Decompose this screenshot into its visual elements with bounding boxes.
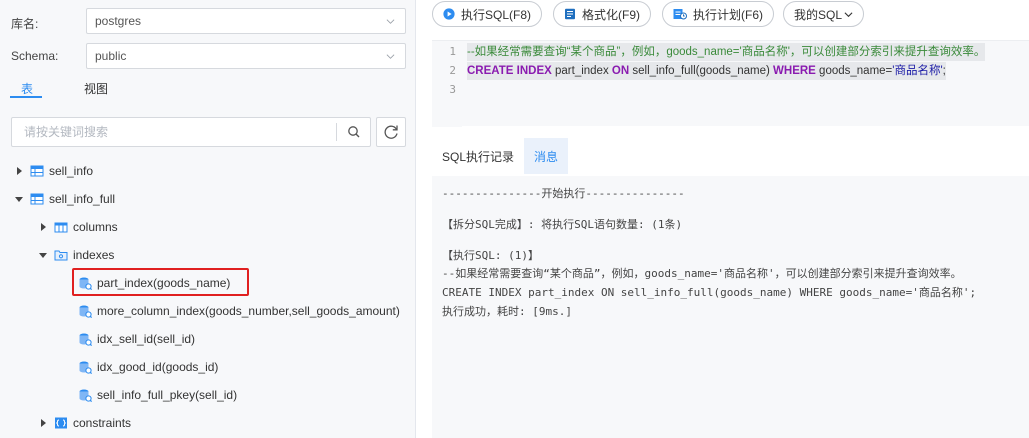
tree-node-label: sell_info_full_pkey(sell_id) [97, 388, 238, 402]
search-icon [348, 126, 360, 138]
tree-node-label: columns [73, 220, 118, 234]
index-icon [79, 361, 92, 374]
message-line: --如果经常需要查询“某个商品”，例如，goods_name='商品名称'，可以… [442, 267, 962, 280]
sql-keyword: ON [611, 65, 630, 77]
search-divider [336, 123, 337, 141]
caret-down-icon[interactable] [38, 250, 48, 260]
message-line: 【拆分SQL完成】: 将执行SQL语句数量: (1条) [442, 218, 683, 231]
index-icon [79, 305, 92, 318]
format-icon [565, 8, 575, 20]
schema-select[interactable]: public [86, 43, 406, 69]
sql-identifier: goods_name= [819, 65, 893, 77]
tree-node-sell-info-full[interactable]: sell_info_full [14, 189, 115, 209]
tab-views[interactable]: 视图 [84, 80, 108, 97]
active-tab-indicator [10, 96, 42, 98]
chevron-down-icon [386, 19, 395, 24]
search-input[interactable] [13, 119, 333, 145]
message-line: CREATE INDEX part_index ON sell_info_ful… [442, 286, 977, 299]
format-label: 格式化(F9) [582, 7, 640, 22]
sql-string-literal: '商品名称' [892, 65, 943, 77]
selection-highlight [72, 268, 249, 296]
chevron-down-icon [844, 11, 853, 17]
line-number: 2 [449, 64, 456, 77]
line-number-gutter: 1 2 3 [432, 41, 462, 127]
tree-node-label: indexes [73, 248, 115, 262]
message-line: 【执行SQL: (1)】 [442, 249, 539, 262]
constraints-icon [55, 417, 67, 429]
execute-sql-button[interactable]: 执行SQL(F8) [432, 1, 543, 27]
folder-icon [54, 250, 68, 261]
caret-right-icon[interactable] [38, 418, 48, 428]
sql-editor[interactable]: 1 2 3 --如果经常需要查询“某个商品”，例如，goods_name='商品… [432, 40, 1029, 127]
caret-right-icon[interactable] [38, 222, 48, 232]
tree-node-index-4[interactable]: sell_info_full_pkey(sell_id) [62, 385, 237, 405]
tree-node-label: sell_info_full [49, 192, 116, 206]
my-sql-label: 我的SQL [794, 7, 843, 22]
chevron-down-icon [386, 54, 395, 59]
play-icon [443, 8, 455, 20]
format-button[interactable]: 格式化(F9) [553, 1, 651, 27]
tree-node-sell-info[interactable]: sell_info [14, 161, 93, 181]
execute-sql-label: 执行SQL(F8) [461, 7, 532, 22]
sql-keyword: CREATE [467, 65, 514, 77]
tree-node-label: idx_good_id(goods_id) [97, 360, 219, 374]
execution-plan-label: 执行计划(F6) [693, 7, 763, 22]
message-line: ---------------开始执行--------------- [442, 187, 685, 200]
line-number: 1 [449, 45, 456, 58]
tab-tables[interactable]: 表 [21, 80, 33, 97]
tab-sql-history[interactable]: SQL执行记录 [432, 138, 524, 174]
tab-messages[interactable]: 消息 [524, 138, 569, 174]
code-line-sql: CREATE INDEX part_index ON sell_info_ful… [467, 62, 946, 80]
execution-plan-button[interactable]: 执行计划(F6) [662, 1, 774, 27]
my-sql-dropdown[interactable]: 我的SQL [783, 1, 865, 27]
message-line: 执行成功，耗时: [9ms.] [442, 305, 572, 318]
tree-node-label: more_column_index(goods_number,sell_good… [97, 304, 400, 318]
database-select[interactable]: postgres [86, 8, 406, 34]
tree-node-index-3[interactable]: idx_good_id(goods_id) [62, 357, 218, 377]
caret-down-icon[interactable] [14, 194, 24, 204]
sql-identifier: part_index [555, 65, 609, 77]
result-tabs: SQL执行记录 消息 [432, 138, 1029, 174]
columns-icon [54, 222, 68, 233]
sql-identifier: sell_info_full(goods_name) [632, 65, 770, 77]
message-output: ---------------开始执行--------------- 【拆分SQ… [432, 176, 1029, 438]
index-icon [79, 389, 92, 402]
table-icon [30, 193, 44, 205]
refresh-button[interactable] [376, 117, 406, 147]
object-search [11, 117, 371, 147]
database-select-value: postgres [95, 14, 142, 28]
tree-node-label: sell_info [49, 164, 94, 178]
sql-terminator: ; [942, 65, 946, 77]
tree-node-index-2[interactable]: idx_sell_id(sell_id) [62, 329, 195, 349]
database-label: 库名: [11, 17, 39, 31]
tree-node-columns[interactable]: columns [38, 217, 118, 237]
schema-label: Schema: [11, 49, 59, 63]
index-icon [79, 333, 92, 346]
sql-keyword: WHERE [773, 65, 816, 77]
code-line-comment: --如果经常需要查询“某个商品”，例如，goods_name='商品名称'，可以… [467, 43, 986, 61]
search-button[interactable] [342, 121, 366, 143]
caret-right-icon[interactable] [14, 166, 24, 176]
tree-node-index-1[interactable]: more_column_index(goods_number,sell_good… [62, 301, 400, 321]
sql-keyword: INDEX [516, 65, 552, 77]
object-browser-panel: 库名: postgres Schema: public 表 视图 sell_in… [0, 0, 416, 438]
tree-node-label: idx_sell_id(sell_id) [97, 332, 196, 346]
plan-icon [673, 9, 687, 20]
table-icon [30, 165, 44, 177]
tree-node-constraints[interactable]: constraints [38, 413, 131, 433]
tree-node-label: constraints [73, 416, 132, 430]
refresh-icon [384, 125, 398, 139]
line-number: 3 [449, 83, 456, 96]
schema-select-value: public [95, 49, 127, 63]
tree-node-indexes[interactable]: indexes [38, 245, 114, 265]
